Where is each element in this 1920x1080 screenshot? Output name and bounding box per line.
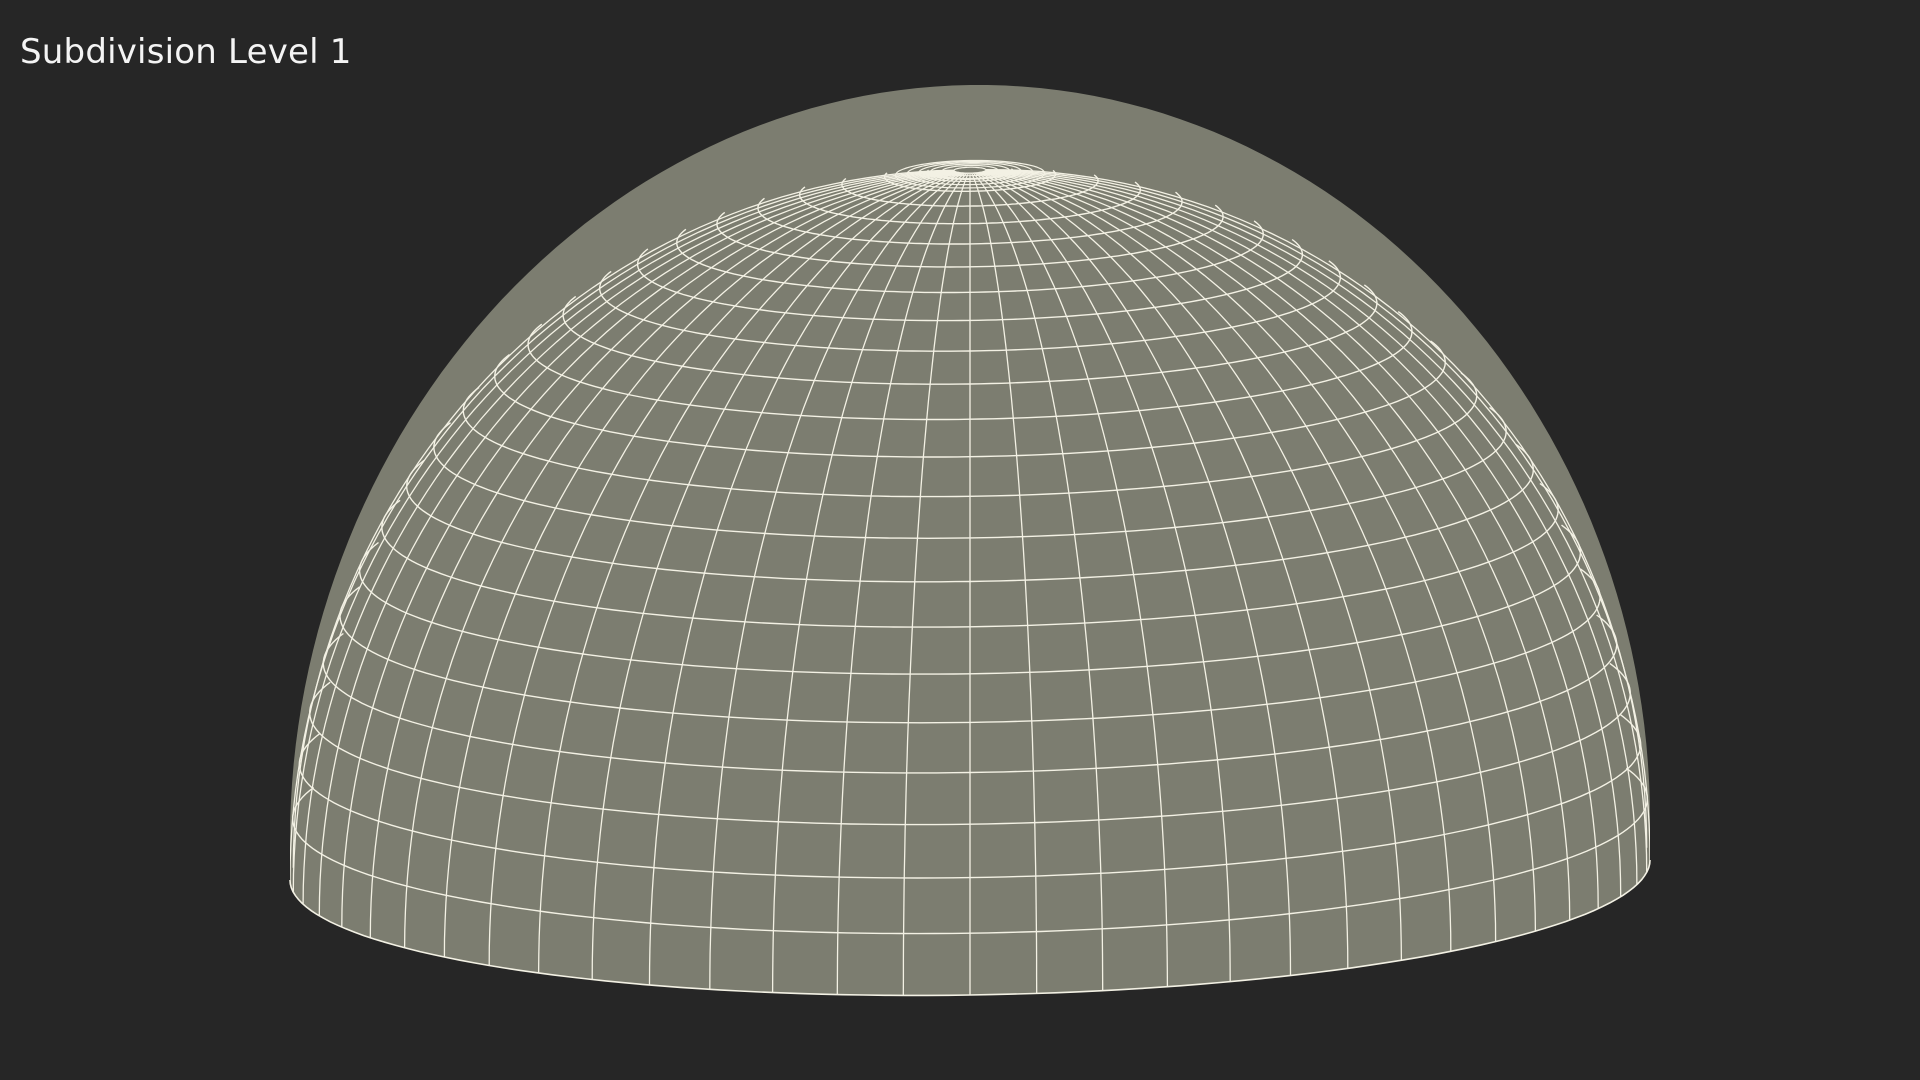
render-viewport: Subdivision Level 1	[0, 0, 1920, 1080]
dome-wireframe-render	[289, 85, 1651, 997]
